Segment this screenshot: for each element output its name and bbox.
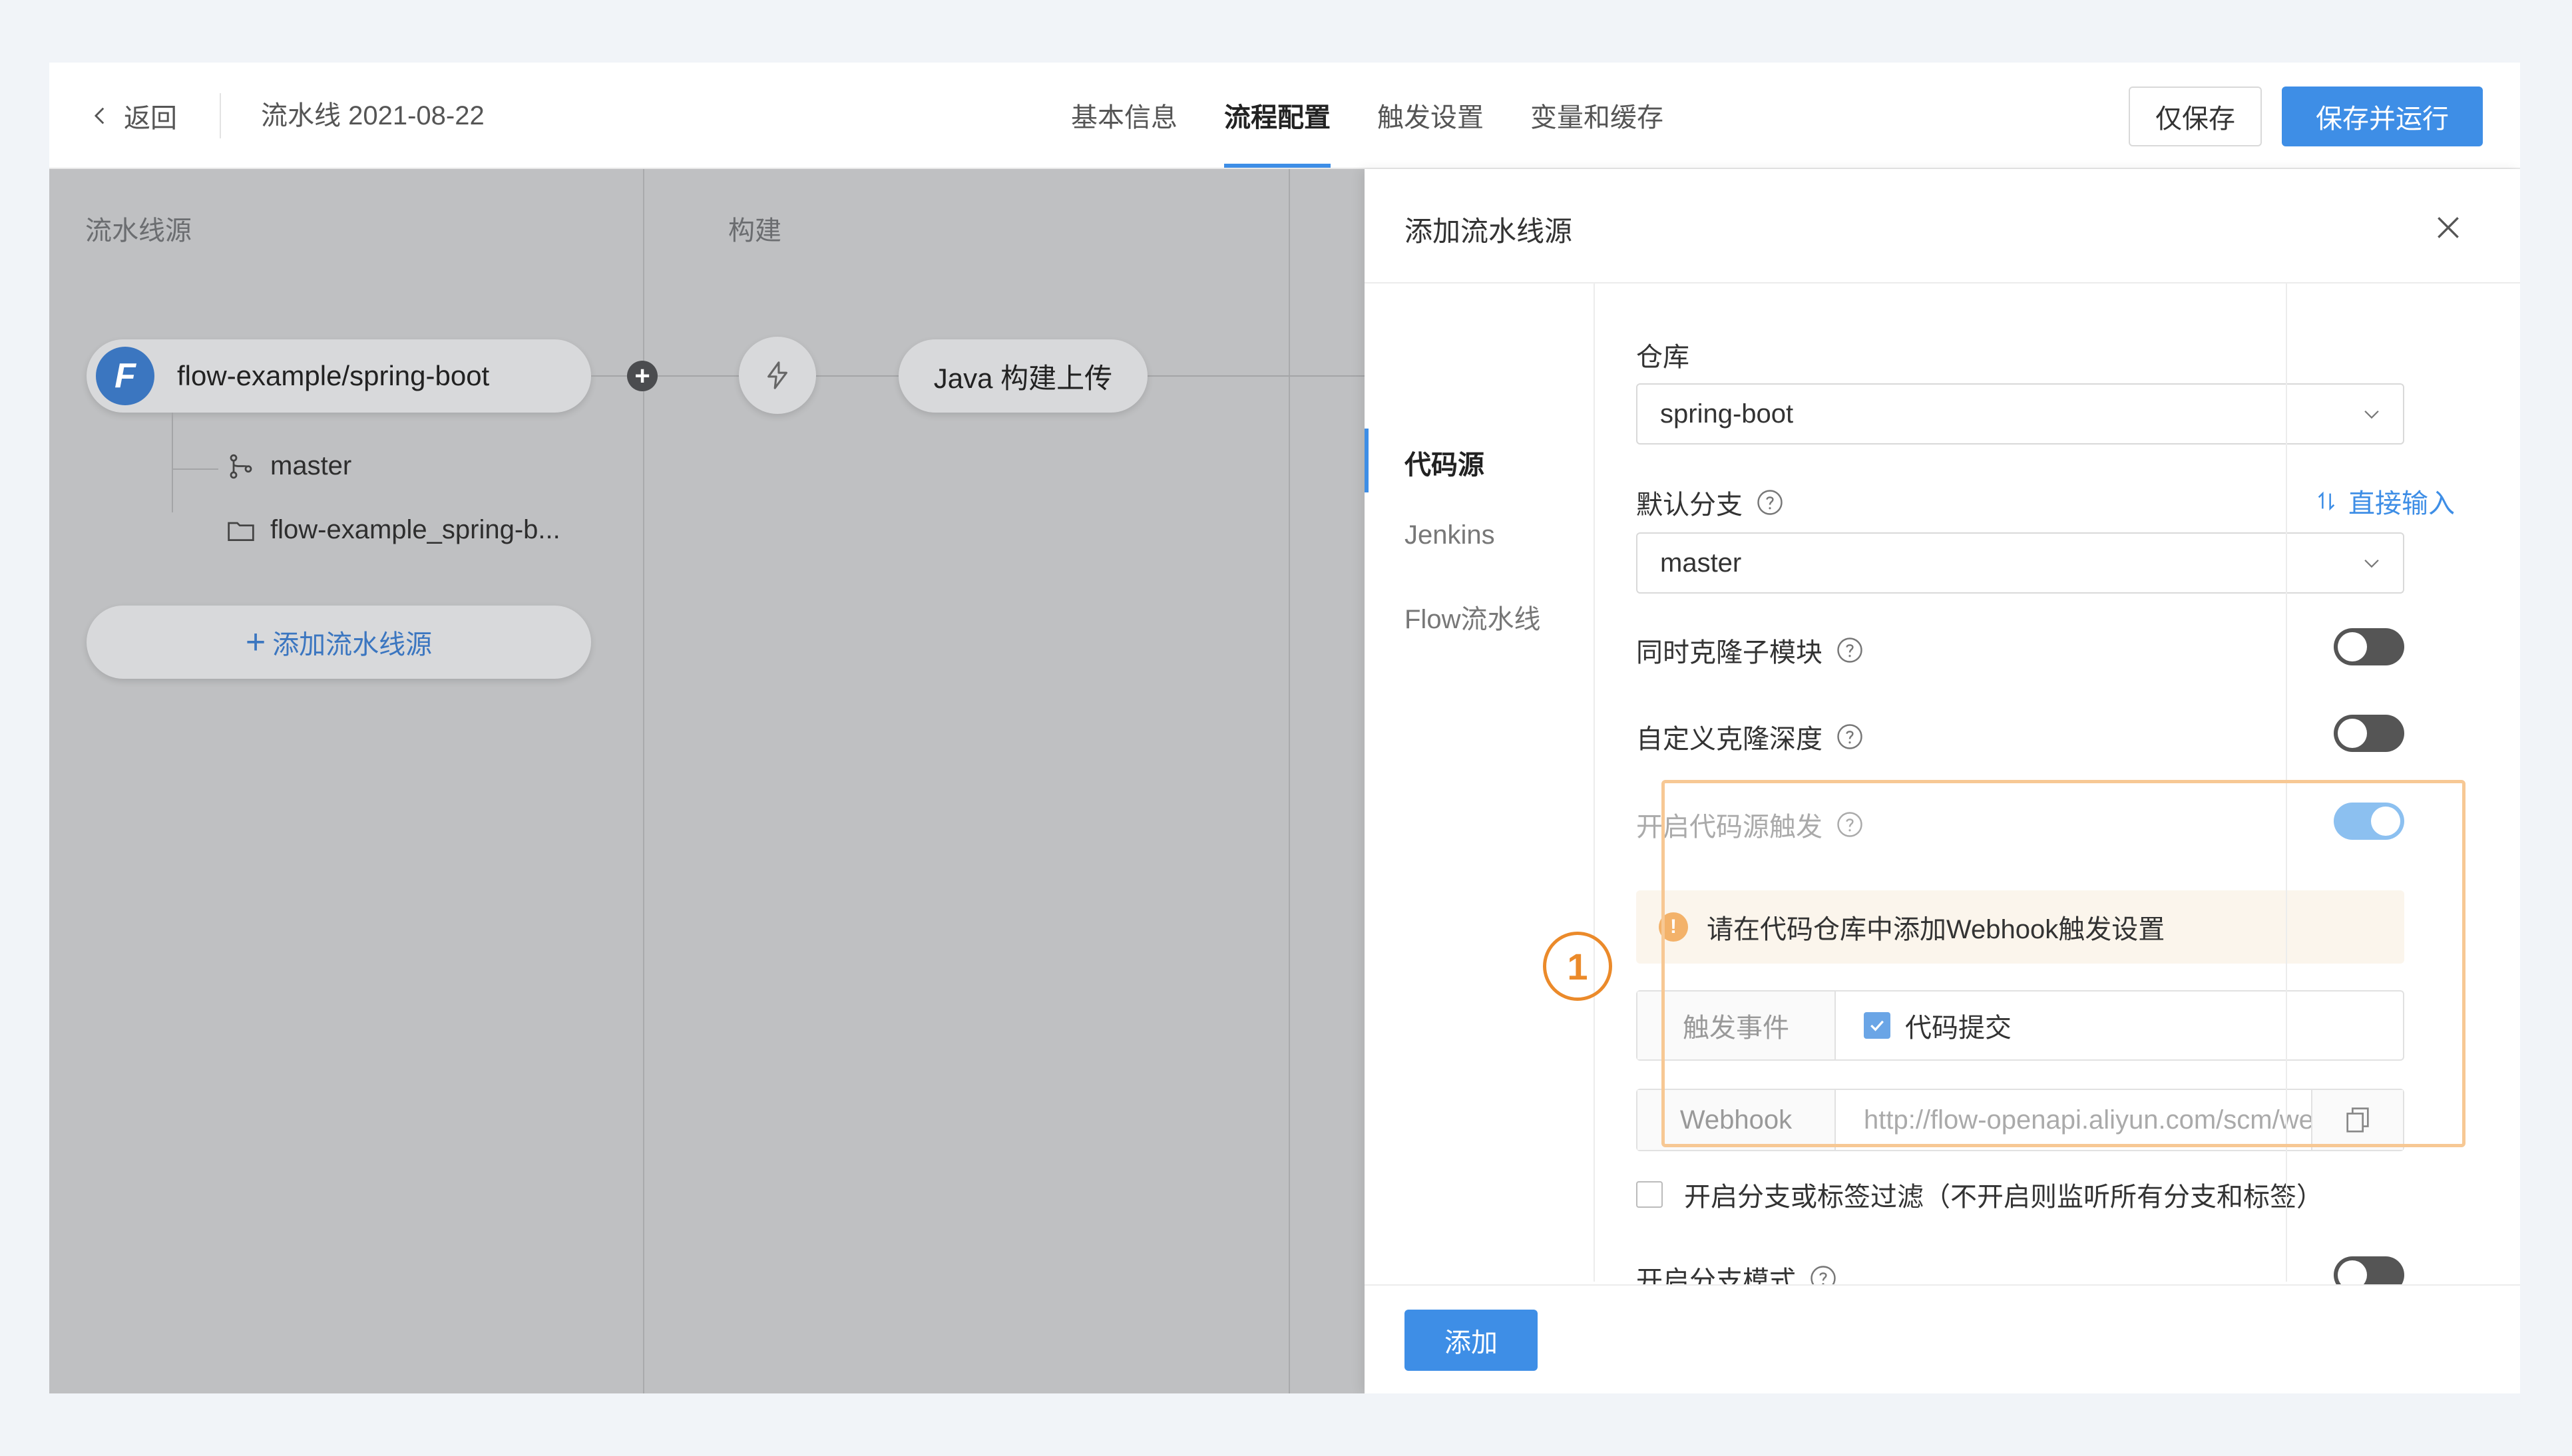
plus-icon: + [245, 623, 266, 661]
back-label: 返回 [124, 104, 177, 133]
repo-select[interactable]: spring-boot [1636, 383, 2404, 445]
back-button[interactable]: 返回 [89, 97, 177, 134]
column-divider [643, 169, 644, 1393]
drawer-footer: 添加 [1365, 1284, 2520, 1393]
tree-connector [172, 413, 173, 512]
nav-code-source[interactable]: 代码源 [1404, 443, 1484, 482]
clone-submodules-text: 同时克隆子模块 [1636, 638, 1822, 667]
pipeline-canvas: 流水线源 构建 F flow-example/spring-boot maste… [49, 169, 1365, 1393]
add-source-label: 添加流水线源 [272, 630, 433, 659]
save-only-button[interactable]: 仅保存 [2129, 87, 2262, 146]
column-title-source: 流水线源 [85, 216, 192, 246]
source-repo-name: flow-example/spring-boot [177, 360, 490, 391]
header-divider [220, 93, 221, 138]
custom-depth-label: 自定义克隆深度 [1636, 717, 1864, 756]
drawer-header: 添加流水线源 [1365, 169, 2520, 283]
tab-trigger-settings[interactable]: 触发设置 [1354, 63, 1507, 168]
header-tabs: 基本信息 流程配置 触发设置 变量和缓存 [1048, 63, 1687, 169]
connector-line [1148, 375, 1365, 377]
lightning-icon [767, 361, 787, 389]
branch-select[interactable]: master [1636, 532, 2404, 594]
chevron-down-icon [2364, 410, 2379, 419]
clone-submodules-label: 同时克隆子模块 [1636, 631, 1864, 669]
drawer-title: 添加流水线源 [1404, 216, 1573, 247]
add-button[interactable]: 添加 [1404, 1310, 1538, 1371]
flow-logo: F [96, 347, 154, 405]
trigger-node[interactable] [739, 337, 816, 414]
chevron-left-icon [94, 107, 105, 124]
branch-select-value: master [1660, 548, 1742, 578]
source-type-nav: 代码源 Jenkins Flow流水线 [1365, 283, 1595, 1282]
direct-input-label: 直接输入 [2348, 489, 2455, 518]
app-window: 返回 流水线 2021-08-22 基本信息 流程配置 触发设置 变量和缓存 仅… [49, 63, 2520, 1393]
active-indicator [1365, 429, 1369, 492]
source-path-item: flow-example_spring-b... [226, 515, 560, 545]
branch-filter-label: 开启分支或标签过滤（不开启则监听所有分支和标签） [1684, 1183, 2323, 1212]
repo-select-value: spring-boot [1660, 399, 1794, 429]
source-branch-item: master [226, 451, 351, 481]
tab-basic-info[interactable]: 基本信息 [1048, 63, 1201, 168]
add-stage-button[interactable]: + [627, 361, 658, 391]
connector-line [591, 375, 627, 377]
add-pipeline-source-button[interactable]: + 添加流水线源 [87, 606, 591, 679]
chevron-down-icon [2364, 559, 2379, 568]
help-icon[interactable] [1756, 488, 1784, 516]
connector-line [658, 375, 739, 377]
nav-flow-pipeline[interactable]: Flow流水线 [1404, 598, 1540, 636]
annotation-highlight-box [1661, 780, 2465, 1147]
close-icon[interactable] [2434, 213, 2463, 242]
source-branch-name: master [270, 451, 352, 480]
branch-filter-checkbox[interactable] [1636, 1181, 1663, 1208]
custom-depth-toggle[interactable] [2334, 715, 2404, 752]
tree-connector [172, 468, 218, 470]
direct-input-link[interactable]: 直接输入 [2315, 482, 2455, 520]
connector-line [816, 375, 899, 377]
repo-label: 仓库 [1636, 335, 1689, 374]
annotation-step-badge: 1 [1543, 932, 1612, 1001]
tab-variables-cache[interactable]: 变量和缓存 [1507, 63, 1687, 168]
help-icon[interactable] [1836, 636, 1864, 664]
build-job-node[interactable]: Java 构建上传 [899, 339, 1148, 413]
toggle-knob [2338, 719, 2367, 748]
swap-icon [2318, 491, 2335, 511]
tab-flow-config[interactable]: 流程配置 [1201, 63, 1354, 168]
nav-jenkins[interactable]: Jenkins [1404, 520, 1495, 550]
top-bar: 返回 流水线 2021-08-22 基本信息 流程配置 触发设置 变量和缓存 仅… [49, 63, 2520, 169]
custom-depth-text: 自定义克隆深度 [1636, 725, 1822, 754]
folder-icon [228, 522, 254, 541]
clone-submodules-toggle[interactable] [2334, 628, 2404, 665]
save-and-run-button[interactable]: 保存并运行 [2282, 87, 2483, 146]
pipeline-title: 流水线 2021-08-22 [261, 101, 485, 130]
column-title-build: 构建 [728, 216, 781, 246]
source-path-name: flow-example_spring-b... [270, 515, 560, 544]
repo-label-text: 仓库 [1636, 343, 1689, 372]
branch-filter-row[interactable]: 开启分支或标签过滤（不开启则监听所有分支和标签） [1636, 1175, 2323, 1214]
branch-label-text: 默认分支 [1636, 490, 1743, 520]
branch-label: 默认分支 [1636, 483, 1784, 522]
help-icon[interactable] [1836, 723, 1864, 751]
toggle-knob [2338, 632, 2367, 661]
pipeline-source-card[interactable]: F flow-example/spring-boot [87, 339, 591, 413]
column-divider [1289, 169, 1290, 1393]
branch-icon [230, 454, 252, 478]
